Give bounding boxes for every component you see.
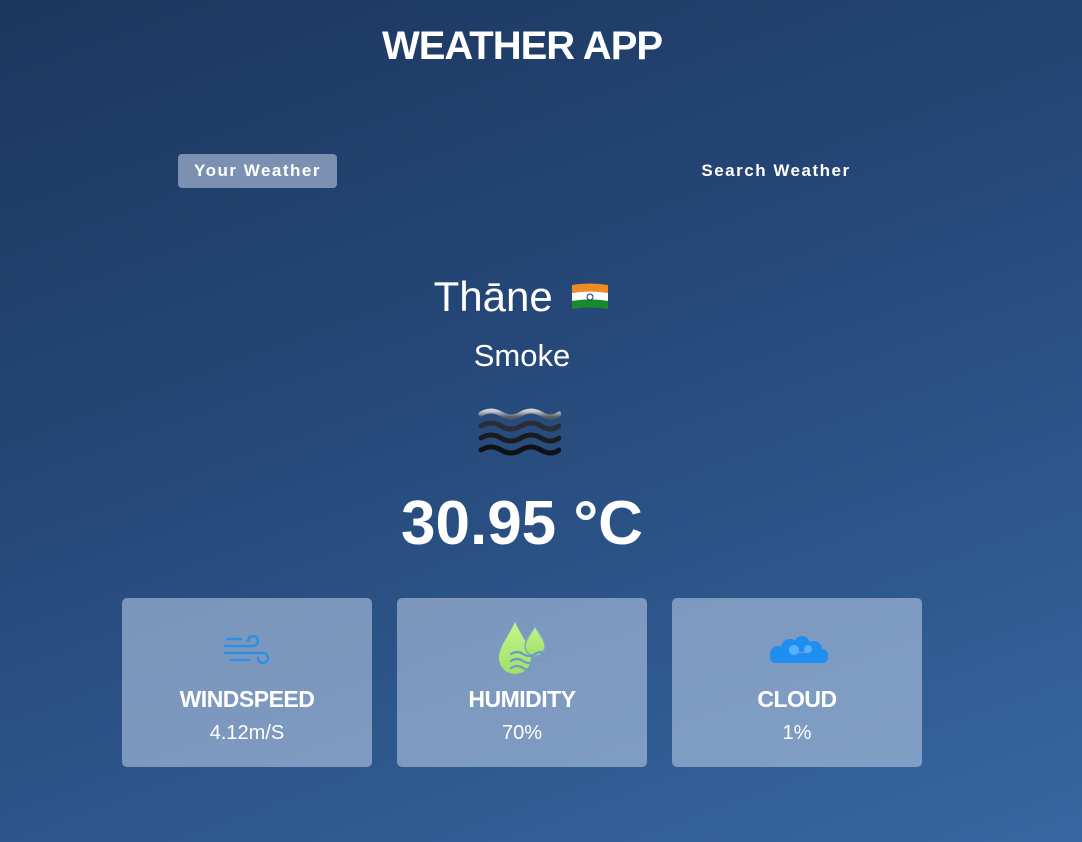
location-heading: Thāne: [0, 266, 1044, 322]
tab-search-weather[interactable]: Search Weather: [688, 154, 864, 188]
india-flag-icon: [572, 283, 609, 309]
cloud-icon: [672, 616, 922, 682]
cloud-card: CLOUD 1%: [672, 598, 922, 767]
windspeed-card: WINDSPEED 4.12m/S: [122, 598, 372, 767]
temperature-value: 30.95 °C: [401, 489, 643, 558]
app-title: WEATHER APP: [381, 24, 663, 68]
tab-your-weather[interactable]: Your Weather: [178, 154, 337, 188]
weather-condition: Smoke: [473, 338, 571, 373]
humidity-drops-icon: [397, 616, 647, 682]
cloud-value: 1%: [782, 722, 812, 744]
city-name: Thāne: [433, 272, 553, 320]
wind-icon: [122, 616, 372, 682]
humidity-label: HUMIDITY: [468, 686, 576, 712]
windspeed-value: 4.12m/S: [209, 722, 285, 744]
humidity-value: 70%: [501, 722, 543, 744]
windspeed-label: WINDSPEED: [179, 686, 315, 712]
humidity-card: HUMIDITY 70%: [397, 598, 647, 767]
smoke-haze-icon: [478, 408, 561, 456]
cloud-label: CLOUD: [757, 686, 837, 712]
